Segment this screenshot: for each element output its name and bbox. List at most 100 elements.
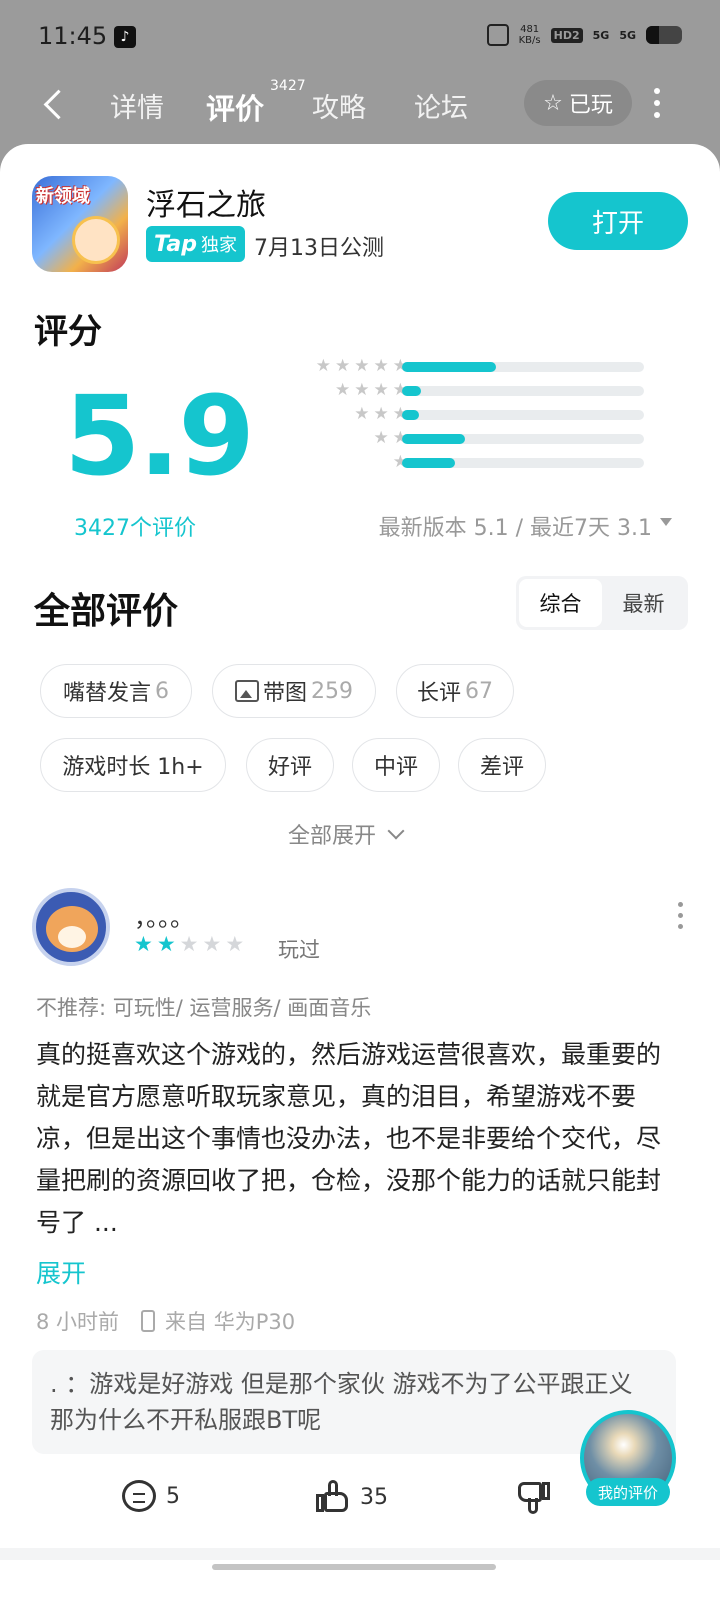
- battery-icon: [646, 26, 682, 44]
- avatar-muzzle: [58, 926, 86, 948]
- star-icon: ★: [134, 932, 157, 956]
- chip-label: 中评: [373, 755, 418, 780]
- tab-reviews[interactable]: 评价: [206, 86, 264, 128]
- not-recommend-tags: 不推荐: 可玩性/ 运营服务/ 画面音乐: [36, 996, 372, 1020]
- image-icon: [234, 680, 259, 702]
- chip-quote[interactable]: 嘴替发言 6: [40, 664, 192, 718]
- review-meta: 8 小时前 来自 华为P30: [36, 1306, 295, 1336]
- comment-count: 5: [166, 1483, 180, 1509]
- star-icon: ★: [179, 932, 203, 956]
- review-star-rating: ★★★★★: [134, 932, 248, 956]
- chip-label: 带图: [262, 681, 307, 706]
- comment-icon: [122, 1480, 156, 1512]
- my-review-label[interactable]: 我的评价: [586, 1478, 670, 1506]
- review-more-icon[interactable]: [678, 902, 684, 935]
- phone-icon: [141, 1310, 156, 1332]
- signal-icon-2: 5G: [619, 28, 636, 42]
- rating-distribution: ★★★★★★★★★★★★★★★: [262, 354, 662, 474]
- app-title: 浮石之旅: [146, 188, 266, 223]
- distribution-row-1: ★: [262, 450, 662, 474]
- chip-label: 游戏时长 1h+: [62, 755, 204, 780]
- chevron-down-icon: [387, 822, 405, 840]
- distribution-track: [402, 386, 644, 396]
- caret-down-icon: [660, 518, 672, 526]
- distribution-bar: [402, 410, 419, 420]
- chip-count: 67: [465, 678, 493, 704]
- played-label: 已玩: [568, 93, 613, 118]
- tiktok-icon: ♪: [114, 26, 136, 48]
- dislike-button[interactable]: [516, 1480, 550, 1514]
- version-rating-select[interactable]: 最新版本 5.1 / 最近7天 3.1: [378, 510, 672, 542]
- chip-neutral[interactable]: 中评: [352, 738, 440, 792]
- review-count-badge: 3427: [270, 78, 306, 94]
- chip-label: 长评: [416, 681, 461, 706]
- app-icon[interactable]: 新领域: [32, 176, 128, 272]
- sort-latest[interactable]: 最新: [602, 579, 685, 627]
- like-button[interactable]: 35: [316, 1480, 388, 1514]
- chip-label: 嘴替发言: [62, 681, 151, 706]
- signal-icon: 5G: [592, 28, 610, 42]
- distribution-row-4: ★★★★: [262, 378, 662, 402]
- status-bar: 11:45 ♪ 481 KB/s HD2 5G 5G: [0, 0, 720, 70]
- tab-forum[interactable]: 论坛: [414, 86, 468, 125]
- content-sheet: 新领域 浮石之旅 Tap 独家 7月13日公测 打开 评分 5.9 3427个评…: [0, 144, 720, 1600]
- home-indicator[interactable]: [212, 1564, 496, 1570]
- distribution-track: [402, 410, 644, 420]
- expand-all-button[interactable]: 全部展开: [288, 818, 405, 850]
- tap-logo: Tap: [154, 231, 197, 257]
- distribution-row-3: ★★★: [262, 402, 662, 426]
- version-rating-text: 最新版本 5.1 / 最近7天 3.1: [378, 516, 652, 541]
- back-icon[interactable]: [40, 84, 70, 124]
- sort-overall[interactable]: 综合: [519, 579, 602, 627]
- reply-preview[interactable]: . ：游戏是好游戏 但是那个家伙 游戏不为了公平跟正义 那为什么不开私服跟BT呢: [32, 1350, 676, 1454]
- tab-guides[interactable]: 攻略: [312, 86, 366, 125]
- more-icon[interactable]: [654, 88, 660, 118]
- expand-all-label: 全部展开: [288, 824, 377, 849]
- review-text[interactable]: 真的挺喜欢这个游戏的，然后游戏运营很喜欢，最重要的就是官方愿意听取玩家意见，真的…: [36, 1034, 684, 1244]
- hd-icon: HD2: [550, 27, 583, 43]
- expand-link[interactable]: 展开: [36, 1254, 86, 1290]
- chip-playtime[interactable]: 游戏时长 1h+: [40, 738, 226, 792]
- distribution-row-5: ★★★★★: [262, 354, 662, 378]
- review-user-name[interactable]: ，。。。: [134, 898, 194, 933]
- distribution-track: [402, 362, 644, 372]
- chip-positive[interactable]: 好评: [246, 738, 334, 792]
- chip-label: 差评: [479, 755, 524, 780]
- distribution-bar: [402, 458, 456, 468]
- chip-long[interactable]: 长评 67: [396, 664, 514, 718]
- chip-count: 6: [155, 678, 169, 704]
- all-reviews-heading: 全部评价: [34, 591, 179, 632]
- thumbs-up-icon: [316, 1480, 350, 1514]
- status-time: 11:45: [38, 22, 108, 50]
- tab-details[interactable]: 详情: [110, 86, 164, 125]
- open-button[interactable]: 打开: [548, 192, 688, 250]
- star-icons: ★★★★★: [315, 356, 412, 376]
- chip-with-image[interactable]: 带图 259: [212, 664, 376, 718]
- vibrate-icon: [486, 24, 509, 46]
- rating-score: 5.9: [64, 372, 255, 500]
- avatar[interactable]: [32, 888, 110, 966]
- top-nav: 详情 评价 3427 攻略 论坛 ☆ 已玩: [0, 74, 720, 134]
- sort-toggle: 综合 最新: [516, 576, 688, 630]
- chip-label: 好评: [267, 755, 312, 780]
- launch-date: 7月13日公测: [254, 236, 384, 261]
- distribution-bar: [402, 386, 422, 396]
- chip-count: 259: [311, 678, 353, 704]
- star-icons: ★★★★: [335, 380, 412, 400]
- played-button[interactable]: ☆ 已玩: [524, 80, 632, 126]
- star-icon: ★: [225, 932, 249, 956]
- exclusive-label: 独家: [201, 235, 237, 256]
- star-icon: ★: [156, 932, 180, 956]
- status-icons: 481 KB/s HD2 5G 5G: [486, 24, 682, 46]
- chip-negative[interactable]: 差评: [458, 738, 546, 792]
- comment-button[interactable]: 5: [122, 1480, 180, 1512]
- star-outline-icon: ☆: [543, 90, 563, 116]
- app-icon-character: [72, 216, 120, 264]
- distribution-track: [402, 434, 644, 444]
- app-icon-tag: 新领域: [36, 186, 90, 207]
- bottom-divider: [0, 1548, 720, 1560]
- distribution-bar: [402, 362, 497, 372]
- like-count: 35: [360, 1484, 388, 1510]
- distribution-bar: [402, 434, 465, 444]
- net-speed: 481 KB/s: [518, 24, 541, 46]
